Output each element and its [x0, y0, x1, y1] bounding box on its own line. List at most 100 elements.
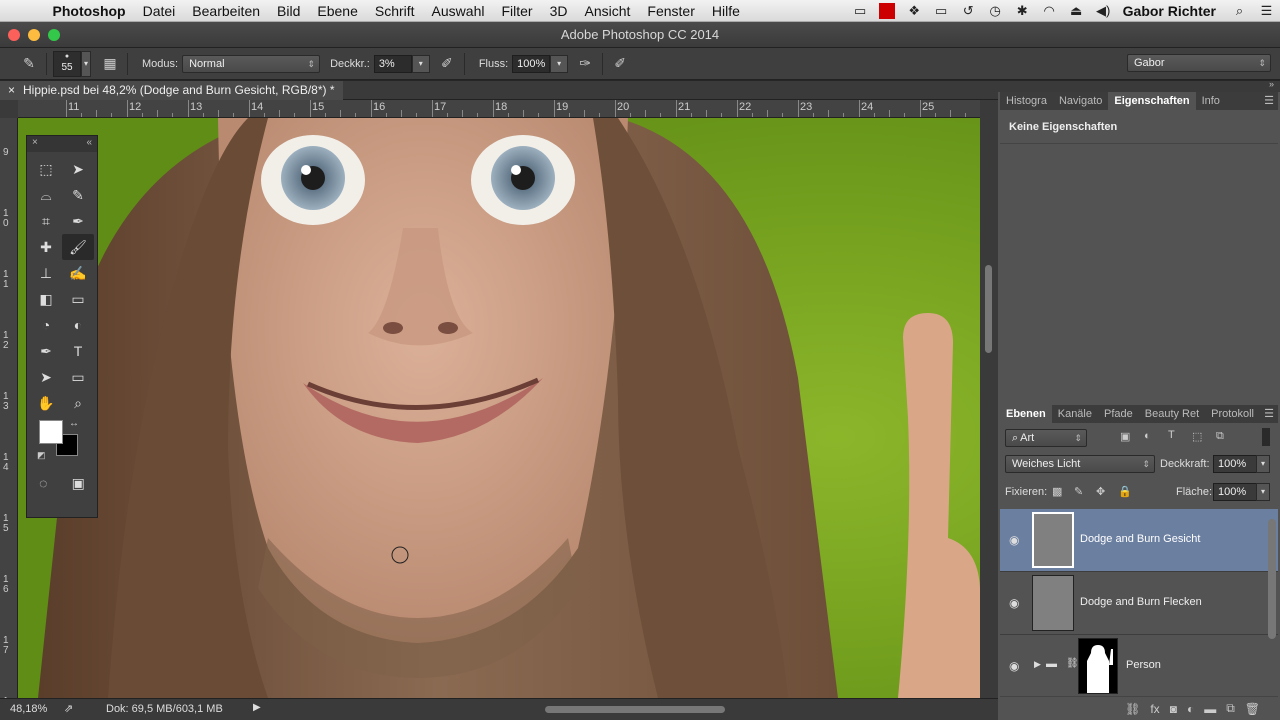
horizontal-ruler[interactable]: 11 12 13 14 15 16 17 18 19 20 21 22 23 24 25: [18, 100, 980, 118]
pressure-size-icon[interactable]: ✐: [609, 55, 631, 72]
expand-group-icon[interactable]: ▶: [1034, 659, 1041, 670]
spotlight-icon[interactable]: ⌕: [1226, 3, 1253, 19]
canvas-vertical-scrollbar[interactable]: [980, 100, 998, 698]
dodge-tool-icon[interactable]: ◐: [62, 312, 94, 338]
move-tool-icon[interactable]: ➤: [62, 156, 94, 182]
visibility-eye-icon[interactable]: ◉: [1009, 533, 1019, 547]
tab-paths[interactable]: Pfade: [1098, 405, 1139, 423]
foreground-color-swatch[interactable]: [39, 420, 63, 444]
tab-info[interactable]: Info: [1196, 92, 1226, 110]
layer-opacity-arrow[interactable]: ▾: [1256, 455, 1270, 473]
flow-dropdown-arrow[interactable]: ▾: [550, 54, 569, 73]
timemachine-icon[interactable]: ◷: [982, 3, 1009, 19]
eyedropper-tool-icon[interactable]: ✒: [62, 208, 94, 234]
close-tools-icon[interactable]: ×: [32, 137, 38, 148]
brush-panel-toggle-icon[interactable]: ▦: [99, 55, 121, 72]
menu-datei[interactable]: Datei: [134, 3, 184, 19]
airplay-icon[interactable]: ▭: [928, 3, 955, 19]
status-menu-arrow[interactable]: ▶: [253, 702, 261, 713]
mode-dropdown[interactable]: Normal: [182, 54, 321, 73]
pen-tool-icon[interactable]: ✒: [30, 338, 62, 364]
layer-row[interactable]: ◉ ▶ ▬ ⛓ Person: [1000, 635, 1278, 698]
tab-channels[interactable]: Kanäle: [1052, 405, 1098, 423]
sync-icon[interactable]: ↺: [955, 3, 982, 19]
minimize-window-button[interactable]: [28, 29, 40, 41]
zoom-level[interactable]: 48,18%: [10, 703, 47, 715]
opacity-dropdown-arrow[interactable]: ▾: [411, 54, 430, 73]
menu-ebene[interactable]: Ebene: [309, 3, 366, 19]
layer-name[interactable]: Dodge and Burn Gesicht: [1080, 533, 1200, 545]
healing-brush-tool-icon[interactable]: ✚: [30, 234, 62, 260]
lock-position-icon[interactable]: ✥: [1096, 485, 1105, 498]
filter-pixel-icon[interactable]: ▣: [1120, 430, 1130, 443]
brush-tool-preset-icon[interactable]: ✎: [18, 55, 40, 72]
rectangle-tool-icon[interactable]: ▭: [62, 364, 94, 390]
tab-history[interactable]: Protokoll: [1205, 405, 1260, 423]
menu-app[interactable]: Photoshop: [44, 3, 134, 19]
horizontal-scroll-thumb[interactable]: [545, 706, 725, 713]
menu-schrift[interactable]: Schrift: [366, 3, 423, 19]
fx-icon[interactable]: fx: [1150, 702, 1159, 716]
layer-opacity-input[interactable]: 100%: [1213, 455, 1257, 473]
display-icon[interactable]: ▭: [847, 3, 874, 19]
brush-picker[interactable]: ● 55: [53, 50, 81, 77]
adjustment-layer-icon[interactable]: ◐: [1187, 702, 1194, 716]
pressure-opacity-icon[interactable]: ✐: [436, 55, 458, 72]
lasso-tool-icon[interactable]: ⌓: [30, 182, 62, 208]
menu-fenster[interactable]: Fenster: [639, 3, 703, 19]
filter-adjustment-icon[interactable]: ◐: [1144, 430, 1151, 442]
new-layer-icon[interactable]: ⧉: [1226, 701, 1235, 716]
quick-mask-icon[interactable]: ◌: [39, 470, 47, 496]
crop-tool-icon[interactable]: ⌗: [30, 208, 62, 234]
collapse-dock-icon[interactable]: »: [1269, 79, 1274, 89]
lock-pixels-icon[interactable]: ✎: [1074, 485, 1083, 498]
properties-panel-menu-icon[interactable]: ☰: [1264, 92, 1278, 110]
airbrush-icon[interactable]: ✑: [574, 55, 596, 72]
visibility-eye-icon[interactable]: ◉: [1009, 659, 1019, 673]
wifi-icon[interactable]: ◠: [1036, 3, 1063, 19]
hand-tool-icon[interactable]: ✋: [30, 390, 62, 416]
filter-toggle-switch[interactable]: [1262, 428, 1270, 446]
visibility-eye-icon[interactable]: ◉: [1009, 596, 1019, 610]
layers-panel-menu-icon[interactable]: ☰: [1264, 405, 1278, 423]
layer-filter-dropdown[interactable]: ⌕ Art: [1005, 429, 1087, 447]
eject-icon[interactable]: ⏏: [1063, 3, 1090, 19]
volume-icon[interactable]: ◀): [1090, 3, 1117, 19]
path-selection-tool-icon[interactable]: ➤: [30, 364, 62, 390]
tab-histogram[interactable]: Histogra: [1000, 92, 1053, 110]
zoom-window-button[interactable]: [48, 29, 60, 41]
screen-mode-icon[interactable]: ▣: [72, 470, 85, 496]
tab-beauty-retouch[interactable]: Beauty Ret: [1139, 405, 1205, 423]
vertical-scroll-thumb[interactable]: [985, 265, 992, 353]
type-tool-icon[interactable]: T: [62, 338, 94, 364]
brush-tool-icon[interactable]: 🖌: [62, 234, 94, 260]
link-layers-icon[interactable]: ⛓: [1125, 702, 1140, 716]
clone-stamp-tool-icon[interactable]: ⊥: [30, 260, 62, 286]
app-red-icon[interactable]: [874, 3, 901, 20]
new-group-icon[interactable]: ▬: [1204, 702, 1216, 716]
link-icon[interactable]: ⛓: [1066, 658, 1079, 669]
close-window-button[interactable]: [8, 29, 20, 41]
trash-icon[interactable]: 🗑: [1245, 702, 1260, 716]
add-mask-icon[interactable]: ◙: [1170, 702, 1177, 716]
opacity-input[interactable]: 3%: [373, 54, 412, 73]
brush-picker-arrow[interactable]: ▾: [81, 50, 91, 77]
gradient-tool-icon[interactable]: ▭: [62, 286, 94, 312]
document-tab[interactable]: × Hippie.psd bei 48,2% (Dodge and Burn Ge…: [0, 81, 343, 100]
lock-transparency-icon[interactable]: ▩: [1052, 485, 1062, 498]
close-tab-icon[interactable]: ×: [8, 83, 15, 97]
menu-auswahl[interactable]: Auswahl: [423, 3, 493, 19]
vertical-ruler[interactable]: 91 01 11 21 31 41 51 61 71 8: [0, 118, 18, 698]
tab-properties[interactable]: Eigenschaften: [1108, 92, 1196, 110]
user-name[interactable]: Gabor Richter: [1117, 3, 1226, 19]
marquee-tool-icon[interactable]: ⬚: [30, 156, 62, 182]
fill-arrow[interactable]: ▾: [1256, 483, 1270, 501]
layers-scroll-thumb[interactable]: [1268, 519, 1276, 639]
dropbox-icon[interactable]: ❖: [901, 3, 928, 19]
notification-icon[interactable]: ☰: [1253, 3, 1280, 19]
eraser-tool-icon[interactable]: ◧: [30, 286, 62, 312]
flow-input[interactable]: 100%: [512, 54, 551, 73]
collapse-tools-icon[interactable]: «: [86, 137, 92, 148]
layer-thumbnail[interactable]: [1032, 575, 1074, 631]
quick-selection-tool-icon[interactable]: ✎: [62, 182, 94, 208]
